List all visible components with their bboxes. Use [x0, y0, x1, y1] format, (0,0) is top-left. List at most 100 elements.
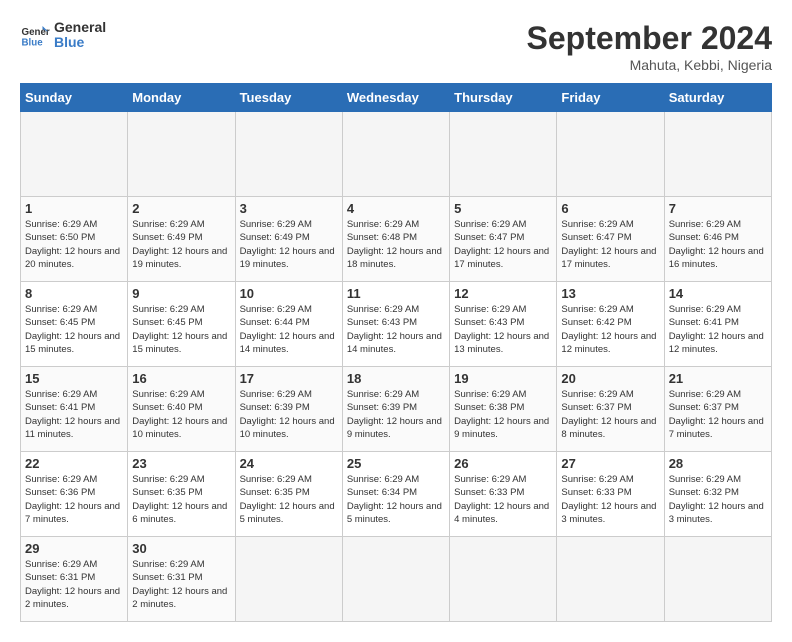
day-detail: Sunrise: 6:29 AM Sunset: 6:33 PM Dayligh… [561, 473, 659, 526]
calendar-cell: 30 Sunrise: 6:29 AM Sunset: 6:31 PM Dayl… [128, 537, 235, 622]
calendar-cell: 20 Sunrise: 6:29 AM Sunset: 6:37 PM Dayl… [557, 367, 664, 452]
day-detail: Sunrise: 6:29 AM Sunset: 6:43 PM Dayligh… [454, 303, 552, 356]
logo: General Blue General Blue [20, 20, 106, 51]
calendar-cell: 21 Sunrise: 6:29 AM Sunset: 6:37 PM Dayl… [664, 367, 771, 452]
day-detail: Sunrise: 6:29 AM Sunset: 6:42 PM Dayligh… [561, 303, 659, 356]
calendar-cell: 5 Sunrise: 6:29 AM Sunset: 6:47 PM Dayli… [450, 197, 557, 282]
day-number: 25 [347, 456, 445, 471]
day-detail: Sunrise: 6:29 AM Sunset: 6:40 PM Dayligh… [132, 388, 230, 441]
header-thursday: Thursday [450, 84, 557, 112]
calendar-cell: 8 Sunrise: 6:29 AM Sunset: 6:45 PM Dayli… [21, 282, 128, 367]
month-title: September 2024 [527, 20, 772, 57]
calendar-cell: 23 Sunrise: 6:29 AM Sunset: 6:35 PM Dayl… [128, 452, 235, 537]
day-number: 14 [669, 286, 767, 301]
day-detail: Sunrise: 6:29 AM Sunset: 6:41 PM Dayligh… [25, 388, 123, 441]
day-number: 29 [25, 541, 123, 556]
calendar-cell [450, 537, 557, 622]
day-number: 2 [132, 201, 230, 216]
day-detail: Sunrise: 6:29 AM Sunset: 6:38 PM Dayligh… [454, 388, 552, 441]
day-detail: Sunrise: 6:29 AM Sunset: 6:39 PM Dayligh… [347, 388, 445, 441]
day-number: 12 [454, 286, 552, 301]
calendar-cell: 4 Sunrise: 6:29 AM Sunset: 6:48 PM Dayli… [342, 197, 449, 282]
day-detail: Sunrise: 6:29 AM Sunset: 6:34 PM Dayligh… [347, 473, 445, 526]
week-row-3: 15 Sunrise: 6:29 AM Sunset: 6:41 PM Dayl… [21, 367, 772, 452]
week-row-5: 29 Sunrise: 6:29 AM Sunset: 6:31 PM Dayl… [21, 537, 772, 622]
day-number: 30 [132, 541, 230, 556]
day-detail: Sunrise: 6:29 AM Sunset: 6:37 PM Dayligh… [669, 388, 767, 441]
calendar-cell: 25 Sunrise: 6:29 AM Sunset: 6:34 PM Dayl… [342, 452, 449, 537]
day-detail: Sunrise: 6:29 AM Sunset: 6:49 PM Dayligh… [132, 218, 230, 271]
calendar-cell: 1 Sunrise: 6:29 AM Sunset: 6:50 PM Dayli… [21, 197, 128, 282]
calendar-cell: 13 Sunrise: 6:29 AM Sunset: 6:42 PM Dayl… [557, 282, 664, 367]
header-monday: Monday [128, 84, 235, 112]
logo-text: General Blue [54, 20, 106, 51]
calendar-cell: 19 Sunrise: 6:29 AM Sunset: 6:38 PM Dayl… [450, 367, 557, 452]
day-detail: Sunrise: 6:29 AM Sunset: 6:49 PM Dayligh… [240, 218, 338, 271]
week-row-1: 1 Sunrise: 6:29 AM Sunset: 6:50 PM Dayli… [21, 197, 772, 282]
calendar-cell: 15 Sunrise: 6:29 AM Sunset: 6:41 PM Dayl… [21, 367, 128, 452]
day-number: 16 [132, 371, 230, 386]
calendar-cell: 3 Sunrise: 6:29 AM Sunset: 6:49 PM Dayli… [235, 197, 342, 282]
day-detail: Sunrise: 6:29 AM Sunset: 6:48 PM Dayligh… [347, 218, 445, 271]
calendar-cell [235, 112, 342, 197]
calendar-cell: 7 Sunrise: 6:29 AM Sunset: 6:46 PM Dayli… [664, 197, 771, 282]
week-row-0 [21, 112, 772, 197]
day-number: 11 [347, 286, 445, 301]
calendar-cell [664, 537, 771, 622]
day-number: 28 [669, 456, 767, 471]
day-number: 8 [25, 286, 123, 301]
calendar-cell: 6 Sunrise: 6:29 AM Sunset: 6:47 PM Dayli… [557, 197, 664, 282]
day-detail: Sunrise: 6:29 AM Sunset: 6:37 PM Dayligh… [561, 388, 659, 441]
calendar-cell: 27 Sunrise: 6:29 AM Sunset: 6:33 PM Dayl… [557, 452, 664, 537]
week-row-2: 8 Sunrise: 6:29 AM Sunset: 6:45 PM Dayli… [21, 282, 772, 367]
svg-text:Blue: Blue [22, 38, 44, 49]
day-detail: Sunrise: 6:29 AM Sunset: 6:46 PM Dayligh… [669, 218, 767, 271]
day-detail: Sunrise: 6:29 AM Sunset: 6:45 PM Dayligh… [25, 303, 123, 356]
calendar-cell: 11 Sunrise: 6:29 AM Sunset: 6:43 PM Dayl… [342, 282, 449, 367]
day-number: 6 [561, 201, 659, 216]
calendar-cell: 29 Sunrise: 6:29 AM Sunset: 6:31 PM Dayl… [21, 537, 128, 622]
day-number: 24 [240, 456, 338, 471]
day-number: 17 [240, 371, 338, 386]
day-detail: Sunrise: 6:29 AM Sunset: 6:45 PM Dayligh… [132, 303, 230, 356]
calendar-table: SundayMondayTuesdayWednesdayThursdayFrid… [20, 83, 772, 622]
day-detail: Sunrise: 6:29 AM Sunset: 6:33 PM Dayligh… [454, 473, 552, 526]
day-number: 18 [347, 371, 445, 386]
day-number: 19 [454, 371, 552, 386]
calendar-cell [450, 112, 557, 197]
day-number: 22 [25, 456, 123, 471]
calendar-body: 1 Sunrise: 6:29 AM Sunset: 6:50 PM Dayli… [21, 112, 772, 622]
day-number: 26 [454, 456, 552, 471]
day-number: 15 [25, 371, 123, 386]
day-detail: Sunrise: 6:29 AM Sunset: 6:35 PM Dayligh… [240, 473, 338, 526]
calendar-cell: 2 Sunrise: 6:29 AM Sunset: 6:49 PM Dayli… [128, 197, 235, 282]
calendar-cell: 26 Sunrise: 6:29 AM Sunset: 6:33 PM Dayl… [450, 452, 557, 537]
day-detail: Sunrise: 6:29 AM Sunset: 6:47 PM Dayligh… [561, 218, 659, 271]
logo-icon: General Blue [20, 20, 50, 50]
calendar-cell [557, 112, 664, 197]
day-number: 4 [347, 201, 445, 216]
calendar-header-row: SundayMondayTuesdayWednesdayThursdayFrid… [21, 84, 772, 112]
calendar-cell: 12 Sunrise: 6:29 AM Sunset: 6:43 PM Dayl… [450, 282, 557, 367]
day-number: 23 [132, 456, 230, 471]
day-detail: Sunrise: 6:29 AM Sunset: 6:32 PM Dayligh… [669, 473, 767, 526]
header-friday: Friday [557, 84, 664, 112]
day-detail: Sunrise: 6:29 AM Sunset: 6:39 PM Dayligh… [240, 388, 338, 441]
day-number: 5 [454, 201, 552, 216]
calendar-cell [21, 112, 128, 197]
day-detail: Sunrise: 6:29 AM Sunset: 6:36 PM Dayligh… [25, 473, 123, 526]
day-detail: Sunrise: 6:29 AM Sunset: 6:44 PM Dayligh… [240, 303, 338, 356]
day-number: 3 [240, 201, 338, 216]
day-number: 20 [561, 371, 659, 386]
location: Mahuta, Kebbi, Nigeria [527, 57, 772, 73]
header-saturday: Saturday [664, 84, 771, 112]
calendar-cell [235, 537, 342, 622]
calendar-cell [342, 112, 449, 197]
calendar-cell: 9 Sunrise: 6:29 AM Sunset: 6:45 PM Dayli… [128, 282, 235, 367]
page-header: General Blue General Blue September 2024… [20, 20, 772, 73]
day-detail: Sunrise: 6:29 AM Sunset: 6:31 PM Dayligh… [132, 558, 230, 611]
calendar-cell [342, 537, 449, 622]
title-block: September 2024 Mahuta, Kebbi, Nigeria [527, 20, 772, 73]
svg-text:General: General [22, 27, 51, 38]
day-number: 1 [25, 201, 123, 216]
